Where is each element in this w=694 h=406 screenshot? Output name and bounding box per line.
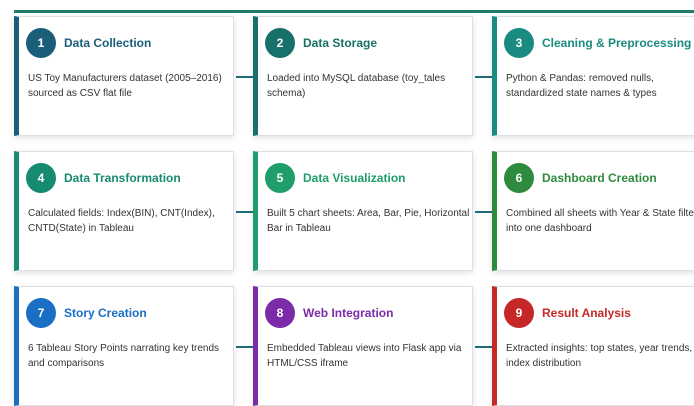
step-card-4: 4 Data Transformation Calculated fields:… xyxy=(14,151,234,271)
step-number-badge: 8 xyxy=(265,298,295,328)
step-number-badge: 3 xyxy=(504,28,534,58)
connector-4-5 xyxy=(236,211,254,213)
step-description: US Toy Manufacturers dataset (2005–2016)… xyxy=(28,73,222,99)
step-description: Calculated fields: Index(BIN), CNT(Index… xyxy=(28,208,215,234)
step-card-3: 3 Cleaning & Preprocessing Python & Pand… xyxy=(492,16,694,136)
step-description: 6 Tableau Story Points narrating key tre… xyxy=(28,343,220,369)
step-card-7: 7 Story Creation 6 Tableau Story Points … xyxy=(14,286,234,406)
connector-2-3 xyxy=(475,76,493,78)
step-title: Story Creation xyxy=(64,306,147,320)
step-description: Python & Pandas: removed nulls, standard… xyxy=(506,73,657,99)
step-card-2: 2 Data Storage Loaded into MySQL databas… xyxy=(253,16,473,136)
step-number-badge: 6 xyxy=(504,163,534,193)
step-description: Loaded into MySQL database (toy_tales sc… xyxy=(267,73,446,99)
step-description: Extracted insights: top states, year tre… xyxy=(506,343,693,369)
step-title: Cleaning & Preprocessing xyxy=(542,36,692,50)
step-title: Result Analysis xyxy=(542,306,631,320)
step-title: Data Storage xyxy=(303,36,378,50)
step-number-badge: 1 xyxy=(26,28,56,58)
step-number-badge: 7 xyxy=(26,298,56,328)
step-title: Web Integration xyxy=(303,306,394,320)
step-card-9: 9 Result Analysis Extracted insights: to… xyxy=(492,286,694,406)
connector-5-6 xyxy=(475,211,493,213)
step-number-badge: 4 xyxy=(26,163,56,193)
connector-7-8 xyxy=(236,346,254,348)
step-card-5: 5 Data Visualization Built 5 chart sheet… xyxy=(253,151,473,271)
step-description: Combined all sheets with Year & State fi… xyxy=(506,208,694,234)
step-title: Data Transformation xyxy=(64,171,181,185)
step-title: Data Collection xyxy=(64,36,152,50)
step-card-6: 6 Dashboard Creation Combined all sheets… xyxy=(492,151,694,271)
step-card-1: 1 Data Collection US Toy Manufacturers d… xyxy=(14,16,234,136)
step-number-badge: 5 xyxy=(265,163,295,193)
process-flow-grid: 1 Data Collection US Toy Manufacturers d… xyxy=(0,0,694,406)
step-title: Dashboard Creation xyxy=(542,171,657,185)
step-title: Data Visualization xyxy=(303,171,406,185)
connector-8-9 xyxy=(475,346,493,348)
step-description: Built 5 chart sheets: Area, Bar, Pie, Ho… xyxy=(267,208,470,234)
step-description: Embedded Tableau views into Flask app vi… xyxy=(267,343,462,369)
step-number-badge: 2 xyxy=(265,28,295,58)
step-card-8: 8 Web Integration Embedded Tableau views… xyxy=(253,286,473,406)
step-number-badge: 9 xyxy=(504,298,534,328)
connector-1-2 xyxy=(236,76,254,78)
